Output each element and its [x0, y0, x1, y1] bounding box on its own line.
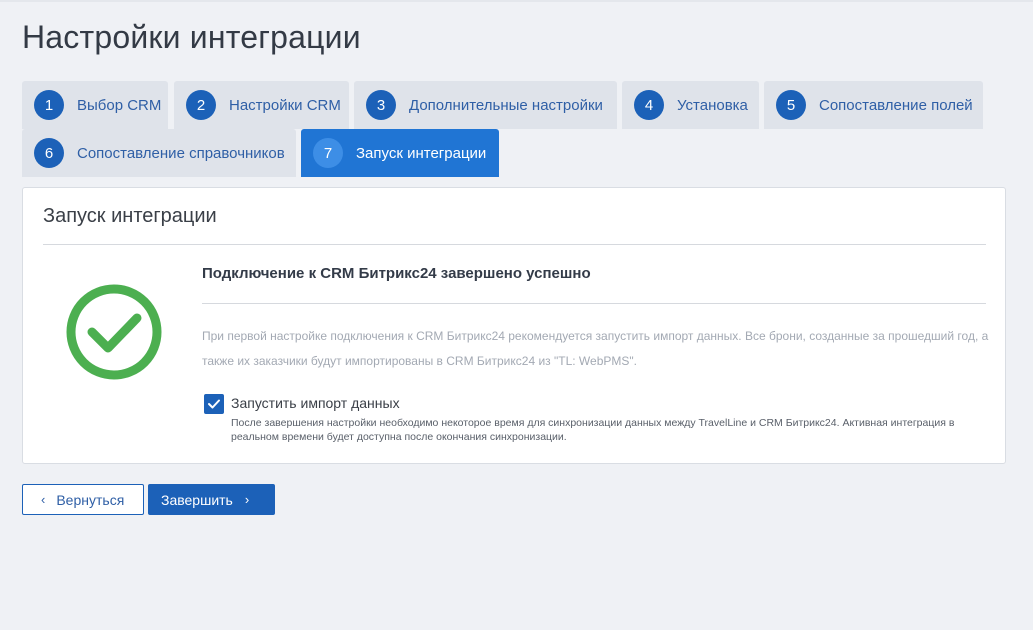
chevron-left-icon: ‹	[41, 492, 46, 507]
step-tab-3[interactable]: 3 Дополнительные настройки	[354, 81, 617, 129]
step-tab-2[interactable]: 2 Настройки CRM	[174, 81, 349, 129]
step-label: Установка	[677, 96, 748, 114]
step-tab-5[interactable]: 5 Сопоставление полей	[764, 81, 983, 129]
finish-button-label: Завершить	[161, 491, 233, 508]
success-title: Подключение к CRM Битрикс24 завершено ус…	[202, 265, 591, 282]
step-number: 4	[634, 90, 664, 120]
back-button[interactable]: ‹ Вернуться	[22, 484, 144, 515]
step-label: Сопоставление справочников	[77, 144, 285, 162]
step-tab-4[interactable]: 4 Установка	[622, 81, 759, 129]
finish-button[interactable]: Завершить ›	[148, 484, 275, 515]
step-number: 2	[186, 90, 216, 120]
card-divider	[43, 244, 986, 245]
import-checkbox[interactable]	[204, 394, 224, 414]
import-checkbox-description: После завершения настройки необходимо не…	[231, 417, 955, 443]
step-number: 3	[366, 90, 396, 120]
top-divider	[0, 0, 1033, 2]
step-label: Дополнительные настройки	[409, 96, 603, 114]
step-tab-7[interactable]: 7 Запуск интеграции	[301, 129, 499, 177]
content-divider	[202, 303, 986, 304]
card-title: Запуск интеграции	[43, 205, 217, 227]
success-check-icon	[66, 284, 162, 380]
step-tab-1[interactable]: 1 Выбор CRM	[22, 81, 168, 129]
import-info-text: При первой настройке подключения к CRM Б…	[202, 329, 989, 368]
checkmark-icon	[208, 399, 220, 409]
step-tab-6[interactable]: 6 Сопоставление справочников	[22, 129, 296, 177]
step-number: 6	[34, 138, 64, 168]
import-checkbox-wrap	[204, 394, 224, 414]
step-label: Сопоставление полей	[819, 96, 973, 114]
launch-card: Запуск интеграции Подключение к CRM Битр…	[22, 187, 1006, 464]
step-label: Запуск интеграции	[356, 144, 487, 162]
chevron-right-icon: ›	[244, 492, 250, 507]
import-checkbox-label[interactable]: Запустить импорт данных	[231, 395, 400, 411]
step-number: 5	[776, 90, 806, 120]
page-title: Настройки интеграции	[22, 19, 361, 55]
step-label: Выбор CRM	[77, 96, 162, 114]
step-label: Настройки CRM	[229, 96, 341, 114]
step-number: 1	[34, 90, 64, 120]
back-button-label: Вернуться	[56, 491, 125, 508]
step-number: 7	[313, 138, 343, 168]
